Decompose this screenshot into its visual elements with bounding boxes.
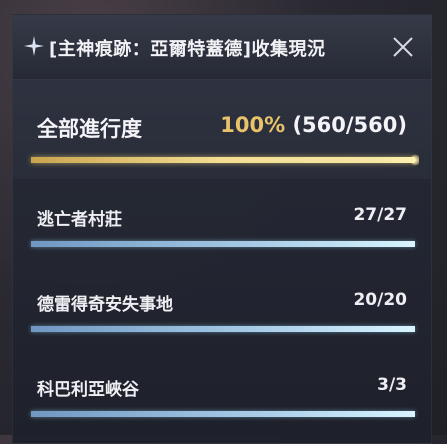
progress-bar-tip bbox=[411, 154, 419, 166]
region-progress-bar bbox=[31, 326, 415, 332]
sparkle-icon bbox=[24, 36, 44, 56]
region-count: 3/3 bbox=[377, 375, 407, 395]
overall-progress-value: 100% (560/560) bbox=[220, 113, 407, 137]
region-progress-bar bbox=[31, 241, 415, 247]
overall-progress-section: 全部進行度 100% (560/560) bbox=[13, 79, 431, 179]
panel-header: [主神痕跡：亞爾特蓋德]收集現況 bbox=[13, 15, 431, 80]
region-count: 27/27 bbox=[353, 205, 407, 225]
overall-progress-label: 全部進行度 bbox=[37, 117, 142, 141]
region-name: 逃亡者村莊 bbox=[37, 210, 122, 230]
overall-progress-bar bbox=[31, 154, 419, 166]
region-progress-fill bbox=[31, 241, 415, 247]
region-row: 逃亡者村莊 27/27 bbox=[13, 179, 431, 264]
region-progress-fill bbox=[31, 411, 415, 417]
region-count: 20/20 bbox=[353, 290, 407, 310]
collection-status-panel: [主神痕跡：亞爾特蓋德]收集現況 全部進行度 100% (560/560) 逃亡… bbox=[12, 14, 432, 444]
overall-progress-fill bbox=[31, 157, 415, 163]
region-row: 科巴利亞峽谷 3/3 bbox=[13, 349, 431, 434]
close-icon[interactable] bbox=[391, 35, 415, 59]
region-progress-fill bbox=[31, 326, 415, 332]
overall-count: (560/560) bbox=[292, 113, 407, 137]
panel-title: [主神痕跡：亞爾特蓋德]收集現況 bbox=[49, 39, 326, 60]
region-name: 科巴利亞峽谷 bbox=[37, 380, 139, 400]
region-row: 德雷得奇安失事地 20/20 bbox=[13, 264, 431, 349]
region-progress-bar bbox=[31, 411, 415, 417]
overall-percent: 100% bbox=[220, 113, 286, 137]
region-name: 德雷得奇安失事地 bbox=[37, 295, 173, 315]
